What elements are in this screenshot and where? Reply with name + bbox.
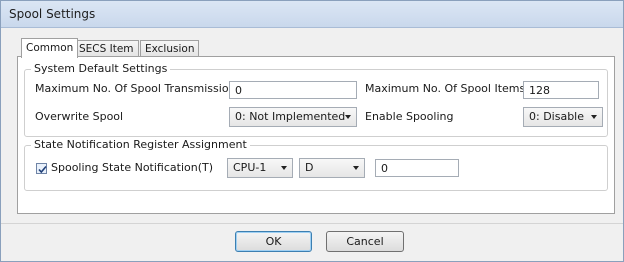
tab-exclusion[interactable]: Exclusion — [140, 40, 200, 57]
spooling-state-notification-label: Spooling State Notification(T) — [51, 161, 214, 174]
tab-secs-item[interactable]: SECS Item — [74, 40, 139, 57]
state-notification-legend: State Notification Register Assignment — [31, 138, 250, 151]
cancel-button[interactable]: Cancel — [326, 231, 404, 252]
device-address-input[interactable]: 0 — [375, 159, 459, 177]
dialog-title: Spool Settings — [9, 7, 96, 21]
chevron-down-icon — [591, 115, 597, 119]
system-default-settings-legend: System Default Settings — [31, 62, 171, 75]
chevron-down-icon — [345, 115, 351, 119]
spooling-state-notification-checkbox[interactable] — [36, 163, 47, 174]
spool-settings-dialog: Spool Settings Common SECS Item Exclusio… — [0, 0, 624, 262]
device-select[interactable]: D — [299, 158, 365, 178]
chevron-down-icon — [281, 166, 287, 170]
device-select-value: D — [305, 161, 314, 174]
max-spool-items-input[interactable]: 128 — [523, 81, 599, 99]
overwrite-spool-label: Overwrite Spool — [35, 110, 124, 123]
enable-spooling-label: Enable Spooling — [365, 110, 454, 123]
cpu-select[interactable]: CPU-1 — [227, 158, 293, 178]
footer-divider — [1, 223, 623, 224]
ok-button[interactable]: OK — [235, 231, 312, 252]
overwrite-spool-select[interactable]: 0: Not Implemented — [229, 107, 357, 127]
enable-spooling-value: 0: Disable — [529, 110, 585, 123]
common-tab-panel: System Default Settings Maximum No. Of S… — [17, 56, 615, 214]
overwrite-spool-value: 0: Not Implemented — [235, 110, 346, 123]
title-bar[interactable]: Spool Settings — [1, 1, 623, 28]
system-default-settings-group: System Default Settings Maximum No. Of S… — [24, 62, 608, 137]
state-notification-group: State Notification Register Assignment S… — [24, 138, 608, 191]
max-spool-transmission-label: Maximum No. Of Spool Transmission — [35, 82, 236, 95]
chevron-down-icon — [353, 166, 359, 170]
check-icon — [38, 165, 47, 174]
enable-spooling-select[interactable]: 0: Disable — [523, 107, 603, 127]
max-spool-items-label: Maximum No. Of Spool Items — [365, 82, 526, 95]
tab-common[interactable]: Common — [21, 38, 79, 58]
cpu-select-value: CPU-1 — [233, 161, 267, 174]
max-spool-transmission-input[interactable]: 0 — [229, 81, 357, 99]
